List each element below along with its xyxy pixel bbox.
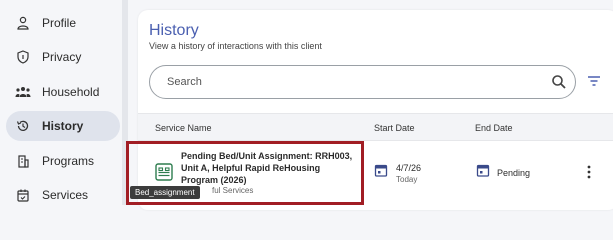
search-icon[interactable] xyxy=(550,73,568,96)
sidebar: Profile Privacy Household History Progra… xyxy=(0,0,128,205)
filter-icon[interactable] xyxy=(587,74,601,93)
sidebar-item-label: Services xyxy=(42,188,89,202)
column-header-end-date[interactable]: End Date xyxy=(475,123,513,133)
building-icon xyxy=(8,154,38,168)
calendar-check-icon xyxy=(8,188,38,202)
sidebar-item-label: Household xyxy=(42,85,100,99)
person-icon xyxy=(8,16,38,30)
sidebar-item-label: Profile xyxy=(42,16,77,30)
table-header: Service Name Start Date End Date xyxy=(138,113,613,141)
end-date: Pending xyxy=(497,168,531,178)
page-subtitle: View a history of interactions with this… xyxy=(149,41,322,51)
sidebar-item-services[interactable]: Services xyxy=(6,180,120,210)
column-header-start-date[interactable]: Start Date xyxy=(374,123,415,133)
group-icon xyxy=(8,86,38,98)
sidebar-item-profile[interactable]: Profile xyxy=(6,8,120,38)
search-input[interactable]: Search xyxy=(149,65,576,99)
sidebar-item-label: Programs xyxy=(42,154,95,168)
column-header-service-name[interactable]: Service Name xyxy=(155,123,212,133)
shield-icon xyxy=(8,50,38,64)
highlight-box xyxy=(126,141,364,205)
calendar-icon xyxy=(476,163,490,182)
page-title: History xyxy=(149,22,199,39)
sidebar-item-household[interactable]: Household xyxy=(6,77,120,107)
sidebar-item-label: Privacy xyxy=(42,50,82,64)
start-date: 4/7/26 xyxy=(396,163,422,173)
history-icon xyxy=(8,119,38,133)
sidebar-item-label: History xyxy=(42,119,84,133)
search-placeholder: Search xyxy=(167,76,202,88)
start-date-relative: Today xyxy=(396,175,418,184)
sidebar-item-privacy[interactable]: Privacy xyxy=(6,42,120,72)
calendar-icon xyxy=(374,163,388,182)
sidebar-item-programs[interactable]: Programs xyxy=(6,146,120,176)
more-vert-icon[interactable] xyxy=(586,165,592,184)
sidebar-item-history[interactable]: History xyxy=(6,111,120,141)
